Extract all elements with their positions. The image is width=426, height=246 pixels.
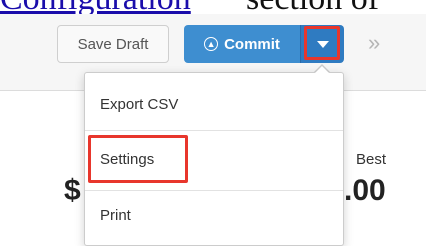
menu-item-print[interactable]: Print (85, 195, 343, 235)
caret-highlight-box (304, 26, 340, 60)
commit-label: Commit (224, 35, 280, 53)
arrow-up-circle-icon: ▲ (204, 37, 219, 51)
save-draft-button[interactable]: Save Draft (57, 25, 169, 63)
double-chevron-right-icon[interactable]: » (368, 30, 380, 56)
menu-item-export-csv[interactable]: Export CSV (85, 84, 343, 124)
amount-right: .00 (344, 174, 386, 207)
amount-left: $ (64, 174, 81, 207)
commit-button[interactable]: ▲ Commit (184, 25, 300, 63)
settings-highlight-box (88, 135, 188, 183)
best-label: Best (356, 151, 387, 168)
menu-divider (85, 190, 343, 191)
dropdown-pointer-fill (314, 66, 330, 74)
menu-divider (85, 130, 343, 131)
